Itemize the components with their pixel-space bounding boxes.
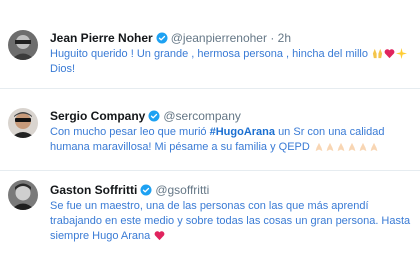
tweet-card[interactable]: Jean Pierre Noher @jeanpierrenoher · 2h H… xyxy=(0,0,420,86)
tweet-header: Gaston Soffritti @gsoffritti xyxy=(50,182,209,198)
folded-hands-icon xyxy=(358,142,368,152)
tweet-feed: Jean Pierre Noher @jeanpierrenoher · 2h H… xyxy=(0,0,420,280)
folded-hands-icon xyxy=(347,142,357,152)
folded-hands-icon xyxy=(325,142,335,152)
tweet-text-body: Se fue un maestro, una de las personas c… xyxy=(50,200,411,242)
red-heart-icon xyxy=(384,48,395,59)
avatar[interactable] xyxy=(8,180,38,210)
tweet-card[interactable]: Gaston Soffritti @gsoffritti Se fue un ma… xyxy=(0,172,420,272)
folded-hands-icon xyxy=(314,142,324,152)
verified-badge-icon xyxy=(140,184,152,196)
sparkles-icon xyxy=(396,48,408,59)
folded-hands-icon xyxy=(336,142,346,152)
divider xyxy=(0,88,420,89)
hashtag-link[interactable]: #HugoArana xyxy=(210,126,275,138)
red-heart-icon xyxy=(154,230,165,241)
verified-badge-icon xyxy=(148,110,160,122)
tweet-card[interactable]: Sergio Company @sercompany Con mucho pesa… xyxy=(0,90,420,168)
tweet-text-before: Con mucho pesar leo que murió xyxy=(50,126,207,138)
folded-hands-icon xyxy=(369,142,379,152)
timestamp[interactable]: 2h xyxy=(278,31,291,45)
tweet-text-body: Huguito querido ! Un grande , hermosa pe… xyxy=(50,48,368,60)
user-handle[interactable]: @jeanpierrenoher xyxy=(171,31,267,45)
tweet-header: Sergio Company @sercompany xyxy=(50,108,241,124)
separator-dot: · xyxy=(270,31,275,45)
tweet-header: Jean Pierre Noher @jeanpierrenoher · 2h xyxy=(50,30,291,46)
display-name[interactable]: Gaston Soffritti xyxy=(50,183,137,197)
display-name[interactable]: Jean Pierre Noher xyxy=(50,31,153,45)
divider xyxy=(0,170,420,171)
avatar[interactable] xyxy=(8,30,38,60)
raised-hands-icon xyxy=(372,48,383,59)
display-name[interactable]: Sergio Company xyxy=(50,109,145,123)
tweet-text: Con mucho pesar leo que murió #HugoArana… xyxy=(50,125,412,155)
user-handle[interactable]: @sercompany xyxy=(163,109,241,123)
tweet-text-end: Dios! xyxy=(50,63,76,75)
verified-badge-icon xyxy=(156,32,168,44)
avatar[interactable] xyxy=(8,108,38,138)
tweet-text: Se fue un maestro, una de las personas c… xyxy=(50,199,412,244)
tweet-text: Huguito querido ! Un grande , hermosa pe… xyxy=(50,47,412,77)
user-handle[interactable]: @gsoffritti xyxy=(155,183,209,197)
